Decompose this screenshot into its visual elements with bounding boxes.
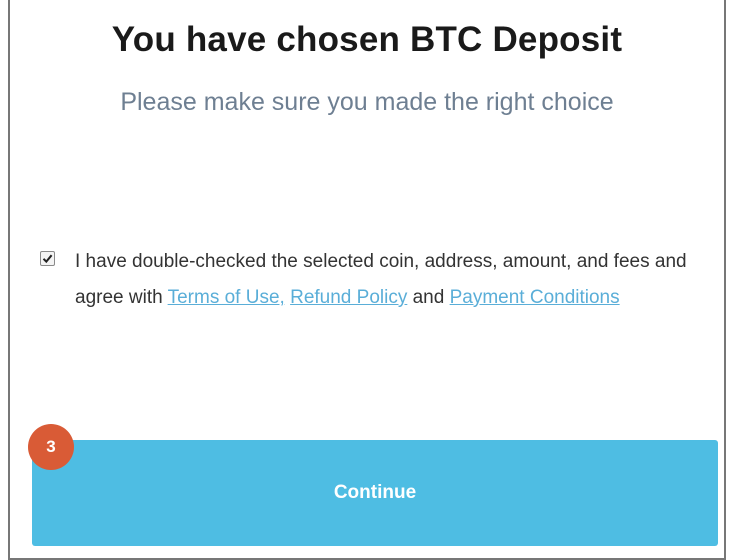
- checkmark-icon: [42, 254, 53, 264]
- refund-policy-link[interactable]: Refund Policy: [290, 287, 407, 308]
- agreement-text-part2: and: [407, 287, 450, 308]
- agreement-checkbox[interactable]: [40, 251, 55, 266]
- agreement-row: I have double-checked the selected coin,…: [40, 244, 700, 316]
- dialog-title: You have chosen BTC Deposit: [111, 20, 623, 59]
- payment-conditions-link[interactable]: Payment Conditions: [450, 287, 620, 308]
- terms-of-use-link[interactable]: Terms of Use,: [168, 287, 285, 308]
- dialog-subtitle: Please make sure you made the right choi…: [120, 88, 614, 116]
- agreement-text: I have double-checked the selected coin,…: [75, 244, 700, 316]
- deposit-confirm-dialog: You have chosen BTC Deposit Please make …: [8, 0, 726, 560]
- step-number-badge: 3: [28, 424, 74, 470]
- continue-button[interactable]: Continue: [32, 440, 718, 546]
